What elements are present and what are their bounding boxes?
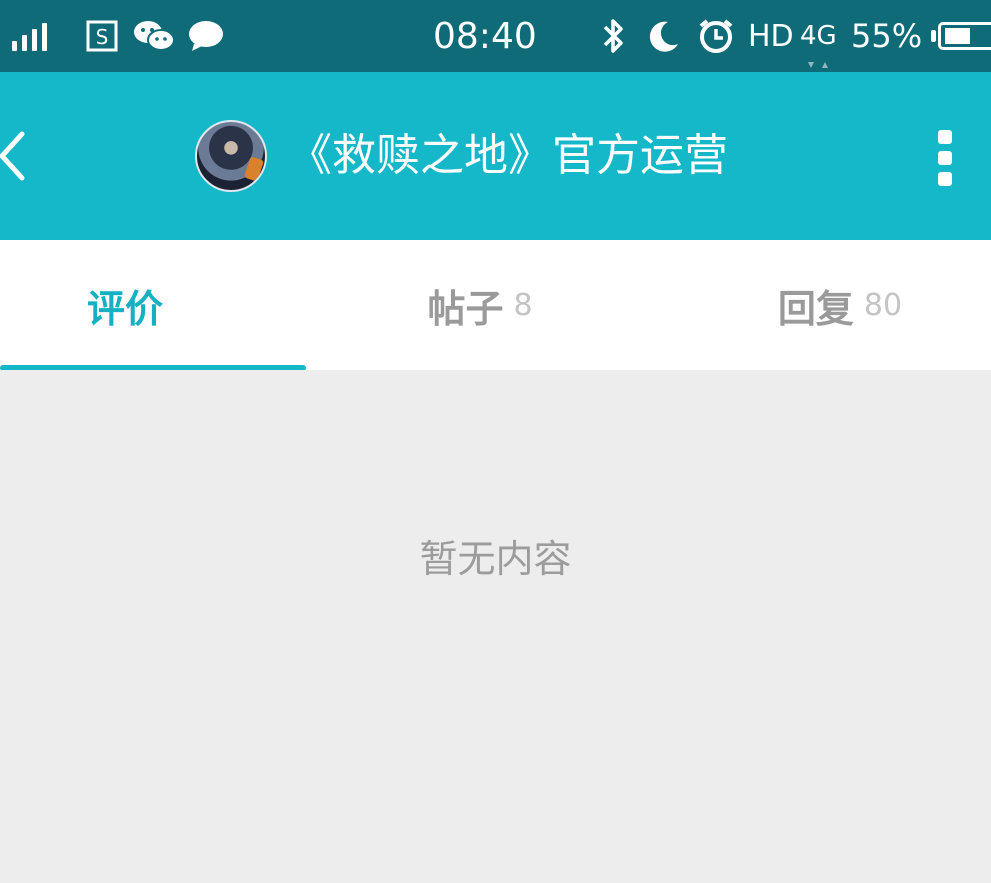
tab-label: 帖子 <box>427 286 504 331</box>
battery-percent: 55% <box>851 17 923 55</box>
tab-posts[interactable]: 帖子 8 <box>380 240 580 370</box>
tab-replies[interactable]: 回复 80 <box>740 240 940 370</box>
tab-reviews[interactable]: 评价 <box>0 240 250 370</box>
back-arrow-icon[interactable] <box>0 128 40 184</box>
tab-count: 8 <box>513 287 533 323</box>
avatar-accent <box>243 156 265 182</box>
moon-icon <box>648 0 680 72</box>
wechat-icon <box>133 0 175 72</box>
tab-bar: 评价 帖子 8 回复 80 <box>0 240 991 370</box>
signal-icon <box>12 0 52 72</box>
app-bar: 《救赎之地》官方运营 <box>0 72 991 240</box>
alarm-icon <box>698 0 734 72</box>
avatar[interactable] <box>195 120 267 192</box>
clock-time: 08:40 <box>433 15 537 57</box>
svg-text:S: S <box>96 25 109 49</box>
battery-level <box>945 28 970 44</box>
battery-icon <box>938 22 991 50</box>
tab-count: 80 <box>863 287 903 323</box>
message-icon <box>188 0 224 72</box>
empty-state-text: 暂无内容 <box>419 537 572 581</box>
status-bar: S 08:40 HD 4G 55% <box>0 0 991 72</box>
bluetooth-icon <box>601 0 627 72</box>
hd-indicator: HD <box>748 18 794 54</box>
more-options-icon[interactable] <box>936 130 954 186</box>
content-area: 暂无内容 <box>0 370 991 883</box>
tab-label: 评价 <box>86 286 163 331</box>
sim-card-icon: S <box>86 0 118 72</box>
page-title: 《救赎之地》官方运营 <box>288 130 728 181</box>
tab-label: 回复 <box>777 286 854 331</box>
battery-tip <box>931 30 936 42</box>
